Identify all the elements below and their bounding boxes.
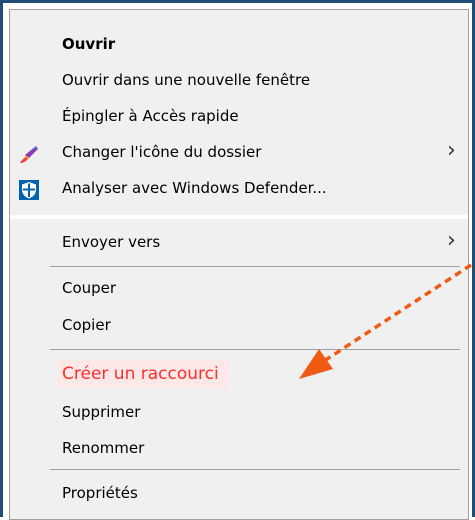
annotation-arrow-icon	[299, 263, 472, 379]
screenshot-frame: Ouvrir Ouvrir dans une nouvelle fenêtre …	[0, 0, 475, 520]
